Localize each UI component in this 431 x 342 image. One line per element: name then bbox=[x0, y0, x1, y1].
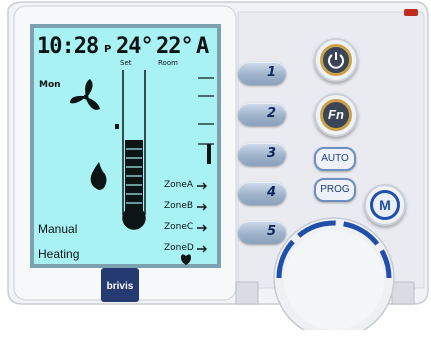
zone-3-button[interactable]: 3 bbox=[238, 143, 286, 166]
menu-label: M bbox=[370, 190, 400, 220]
fn-label: Fn bbox=[320, 99, 352, 131]
zone-5-button[interactable]: 5 bbox=[238, 221, 286, 244]
power-icon bbox=[328, 52, 344, 69]
zone-2-button[interactable]: 2 bbox=[238, 103, 286, 126]
zone-2-label: 2 bbox=[266, 106, 276, 121]
zone-label: ZoneC bbox=[164, 222, 194, 232]
auto-button[interactable]: AUTO bbox=[314, 147, 356, 171]
set-label: Set bbox=[120, 59, 132, 67]
mode-indicator: A bbox=[196, 34, 210, 59]
zone-4-label: 4 bbox=[266, 185, 276, 200]
power-button[interactable] bbox=[314, 38, 358, 82]
room-label: Room bbox=[158, 59, 178, 67]
function-button[interactable]: Fn bbox=[314, 93, 358, 137]
set-temperature: 24° bbox=[116, 34, 154, 59]
zone-3-label: 3 bbox=[266, 146, 276, 161]
zone-1-button[interactable]: 1 bbox=[238, 62, 286, 85]
zone-label: ZoneD bbox=[164, 243, 194, 253]
brand-logo: brivis bbox=[106, 281, 134, 292]
zone-label: ZoneA bbox=[164, 180, 194, 190]
control-mode-label: Manual bbox=[38, 222, 78, 236]
room-temperature: 22° bbox=[156, 34, 194, 59]
clock-time: 10:28 bbox=[37, 34, 99, 59]
temperature-dial[interactable] bbox=[284, 230, 384, 330]
clock-pm-indicator: P bbox=[104, 44, 112, 55]
zone-5-label: 5 bbox=[266, 224, 276, 239]
operation-label: Heating bbox=[38, 247, 80, 261]
prog-button[interactable]: PROG bbox=[314, 178, 356, 202]
day-label: Mon bbox=[39, 80, 61, 90]
zone-1-label: 1 bbox=[266, 65, 276, 80]
menu-button[interactable]: M bbox=[364, 184, 406, 226]
status-led bbox=[404, 9, 418, 16]
zone-label: ZoneB bbox=[164, 201, 194, 211]
zone-4-button[interactable]: 4 bbox=[238, 182, 286, 205]
